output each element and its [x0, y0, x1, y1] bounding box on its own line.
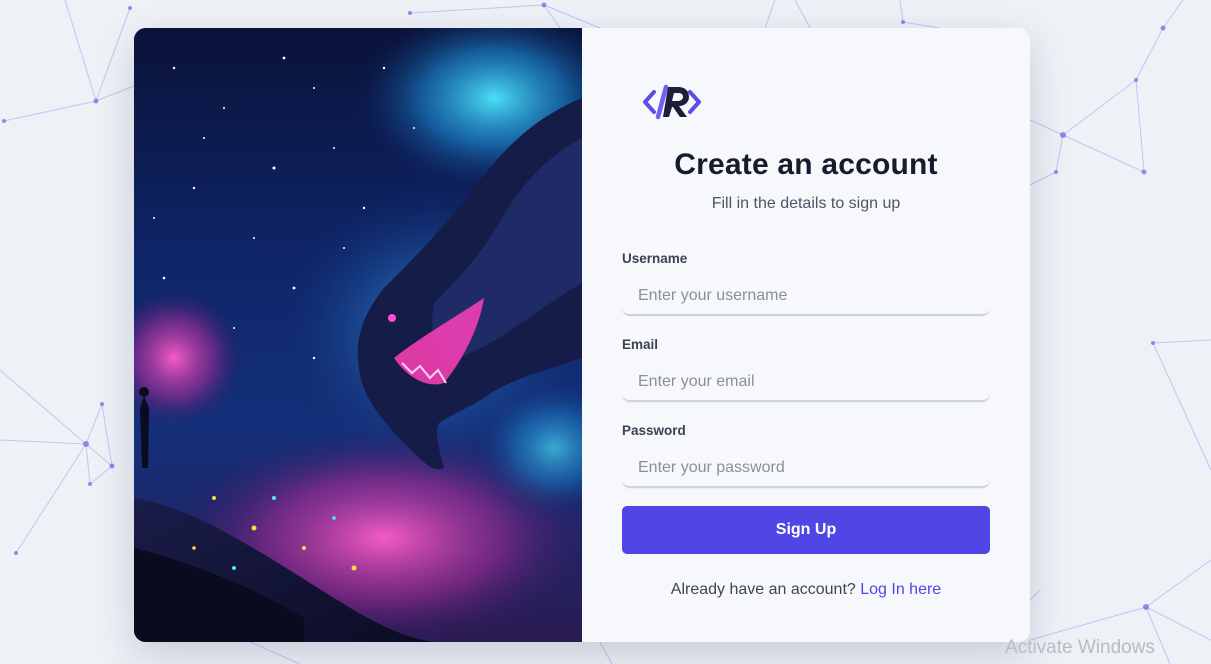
activate-windows-watermark: Activate Windows [1005, 637, 1155, 658]
page-subtitle: Fill in the details to sign up [711, 195, 901, 212]
login-link[interactable]: Log In here [860, 581, 941, 598]
hero-illustration [134, 28, 582, 642]
login-prompt-text: Already have an account? [670, 581, 856, 598]
page-title: Create an account [674, 148, 938, 181]
username-label: Username [622, 251, 688, 266]
password-label: Password [622, 423, 686, 438]
space-dragon-image [134, 28, 582, 642]
code-r-logo-icon [643, 84, 701, 120]
signup-card: Create an account Fill in the details to… [134, 28, 1030, 642]
login-prompt-line: Already have an account? Log In here [622, 581, 990, 599]
sign-up-button[interactable]: Sign Up [622, 506, 990, 554]
username-input[interactable] [622, 278, 990, 316]
email-input[interactable] [622, 364, 990, 402]
password-input[interactable] [622, 450, 990, 488]
email-label: Email [622, 337, 659, 352]
